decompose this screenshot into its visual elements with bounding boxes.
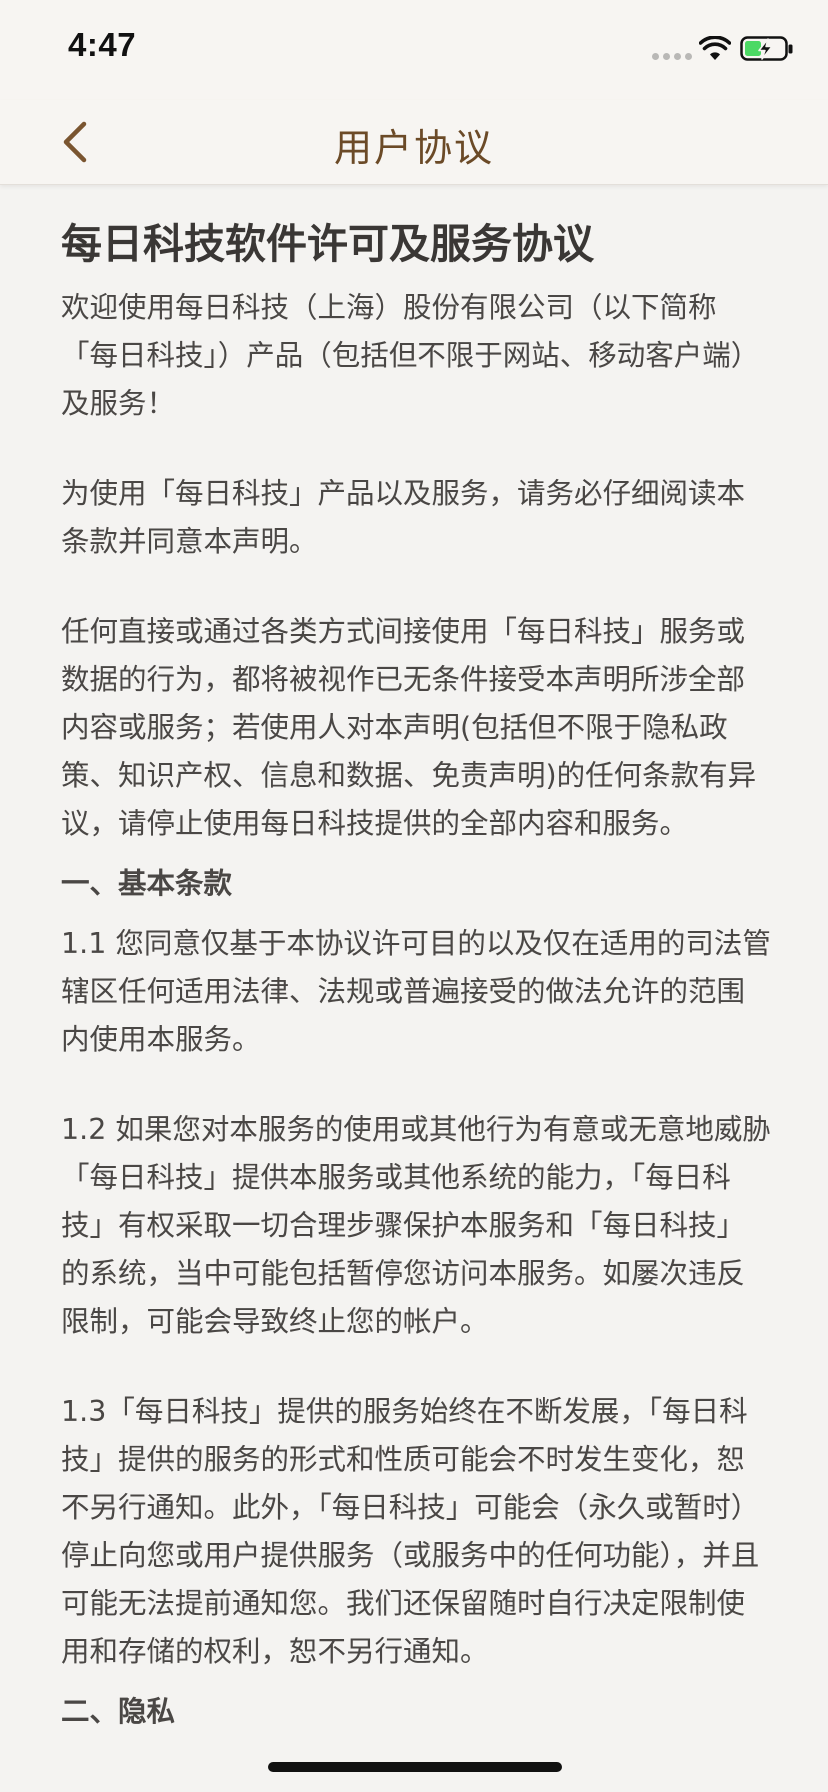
clause-paragraph: 1.1 您同意仅基于本协议许可目的以及仅在适用的司法管辖区任何适用法律、法规或普… [61,927,771,1056]
home-indicator[interactable] [268,1762,562,1772]
navigation-bar: 用户协议 [0,100,828,185]
intro-paragraph: 任何直接或通过各类方式间接使用「每日科技」服务或数据的行为，都将被视作已无条件接… [61,615,757,840]
agreement-content: 每日科技软件许可及服务协议 欢迎使用每日科技（上海）股份有限公司（以下简称「每日… [61,214,773,1748]
wifi-icon [699,36,731,60]
clause-paragraph: 1.2 如果您对本服务的使用或其他行为有意或无意地威胁「每日科技」提供本服务或其… [61,1113,771,1338]
document-title: 每日科技软件许可及服务协议 [61,220,594,268]
cellular-signal-icon [652,53,692,60]
intro-paragraph: 为使用「每日科技」产品以及服务，请务必仔细阅读本条款并同意本声明。 [61,477,746,558]
battery-charging-icon [740,36,793,61]
clause-paragraph: 1.3「每日科技」提供的服务始终在不断发展，「每日科技」提供的服务的形式和性质可… [61,1395,760,1668]
intro-paragraph: 欢迎使用每日科技（上海）股份有限公司（以下简称「每日科技」）产品（包括但不限于网… [61,291,760,420]
section-heading: 二、隐私 [61,1695,176,1728]
status-time: 4:47 [68,26,137,63]
section-heading: 一、基本条款 [61,867,233,900]
status-bar: 4:47 [0,0,828,100]
page-title: 用户协议 [333,126,494,170]
